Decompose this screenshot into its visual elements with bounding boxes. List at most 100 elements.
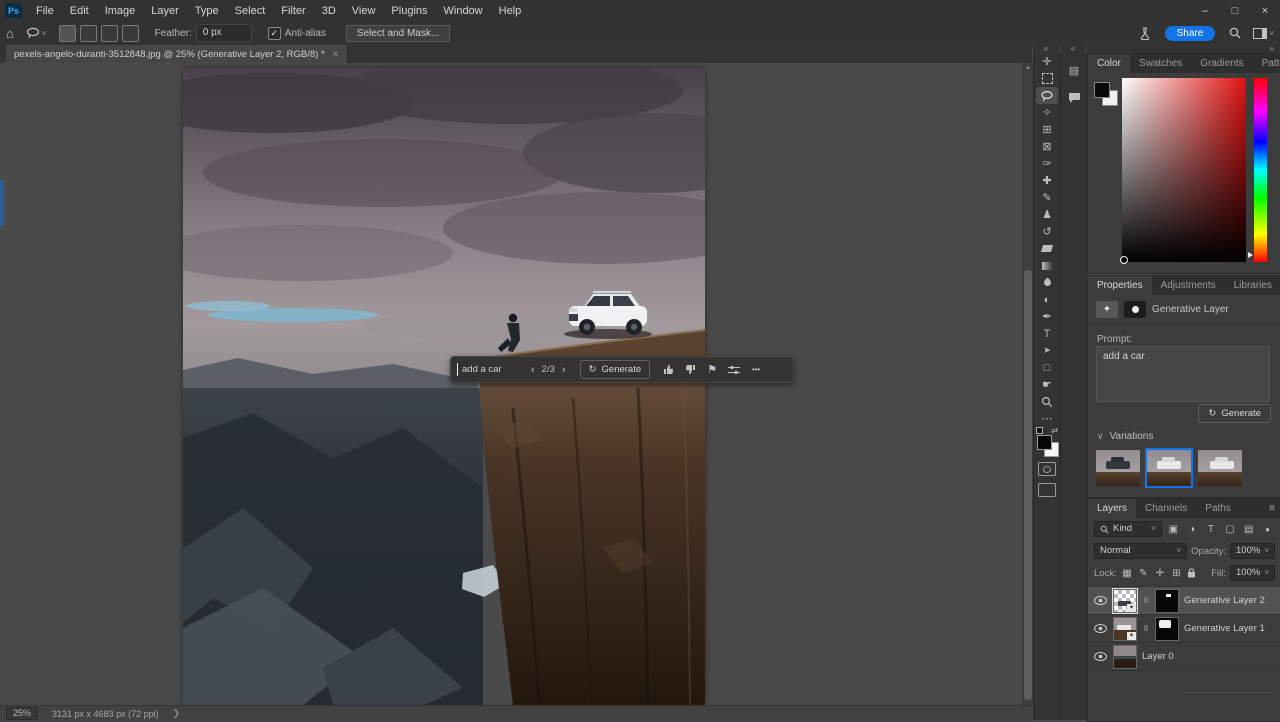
canvas-area[interactable] bbox=[0, 63, 1022, 705]
marquee-tool-icon[interactable] bbox=[1036, 70, 1058, 87]
menu-filter[interactable]: Filter bbox=[273, 0, 313, 21]
path-selection-tool-icon[interactable]: ➤ bbox=[1036, 342, 1058, 359]
document-image[interactable] bbox=[133, 63, 783, 705]
anti-alias-checkbox[interactable]: ✓ bbox=[267, 26, 281, 40]
intersect-selection-mode-icon[interactable] bbox=[121, 24, 139, 42]
generate-button[interactable]: ↻ Generate bbox=[579, 360, 651, 379]
shape-tool-icon[interactable]: □ bbox=[1036, 359, 1058, 376]
scrollbar-thumb[interactable] bbox=[1024, 270, 1032, 700]
foreground-color-chip[interactable] bbox=[1094, 82, 1110, 98]
kind-filter-dropdown[interactable]: Kind ˅ bbox=[1094, 521, 1162, 537]
scroll-up-icon[interactable]: ▲ bbox=[1023, 63, 1033, 73]
new-selection-mode-icon[interactable] bbox=[58, 24, 76, 42]
menu-file[interactable]: File bbox=[28, 0, 62, 21]
lock-artboard-icon[interactable]: ⊞ bbox=[1170, 568, 1183, 579]
menu-3d[interactable]: 3D bbox=[314, 0, 344, 21]
next-variation-icon[interactable]: › bbox=[555, 364, 573, 376]
hand-tool-icon[interactable]: ☛ bbox=[1036, 376, 1058, 393]
tab-patterns[interactable]: Patterns bbox=[1253, 54, 1280, 73]
layer-row-generative-1[interactable]: ✦ 8 Generative Layer 1 bbox=[1088, 615, 1280, 643]
history-brush-tool-icon[interactable]: ↺ bbox=[1036, 223, 1058, 240]
zoom-tool-icon[interactable] bbox=[1036, 393, 1058, 410]
beaker-icon[interactable] bbox=[1133, 26, 1157, 40]
variation-thumbnail-2[interactable] bbox=[1145, 448, 1193, 488]
document-tab[interactable]: pexels-angelo-duranti-3512848.jpg @ 25% … bbox=[6, 45, 348, 63]
filter-image-icon[interactable]: ▣ bbox=[1166, 524, 1181, 535]
menu-type[interactable]: Type bbox=[187, 0, 227, 21]
menu-window[interactable]: Window bbox=[436, 0, 491, 21]
comments-panel-icon[interactable] bbox=[1061, 87, 1087, 109]
variation-thumbnail-1[interactable] bbox=[1094, 448, 1142, 488]
dodge-tool-icon[interactable]: ◐ bbox=[1036, 291, 1058, 308]
prompt-input[interactable]: add a car bbox=[462, 364, 524, 375]
fill-field[interactable]: 100% ˅ bbox=[1230, 565, 1275, 581]
tab-close-icon[interactable]: × bbox=[333, 49, 339, 60]
eyedropper-tool-icon[interactable]: ✑ bbox=[1036, 155, 1058, 172]
tab-swatches[interactable]: Swatches bbox=[1130, 54, 1191, 73]
saturation-brightness-field[interactable] bbox=[1120, 78, 1246, 264]
layer-name[interactable]: Layer 0 bbox=[1142, 651, 1174, 662]
type-tool-icon[interactable]: T bbox=[1036, 325, 1058, 342]
menu-plugins[interactable]: Plugins bbox=[383, 0, 435, 21]
workspace-chevron[interactable]: ˅ bbox=[1269, 29, 1274, 38]
layer-name[interactable]: Generative Layer 2 bbox=[1184, 595, 1265, 606]
quick-mask-button[interactable] bbox=[1038, 462, 1056, 476]
brush-tool-icon[interactable]: ✎ bbox=[1036, 189, 1058, 206]
dock-collapse-button[interactable]: « bbox=[1060, 45, 1086, 53]
history-panel-icon[interactable]: ▤ bbox=[1061, 59, 1087, 81]
lasso-tool-icon[interactable] bbox=[20, 27, 42, 39]
generate-button[interactable]: ↻ Generate bbox=[1198, 404, 1271, 423]
opacity-field[interactable]: 100% ˅ bbox=[1230, 543, 1275, 559]
previous-variation-icon[interactable]: ‹ bbox=[524, 364, 542, 376]
filter-shape-icon[interactable]: ▢ bbox=[1222, 524, 1237, 535]
status-chevron-icon[interactable]: ❯ bbox=[173, 708, 181, 719]
close-button[interactable]: × bbox=[1250, 1, 1280, 21]
blend-mode-dropdown[interactable]: Normal ˅ bbox=[1094, 543, 1188, 559]
workspace-switcher-icon[interactable] bbox=[1247, 27, 1269, 39]
layer-row-background[interactable]: Layer 0 bbox=[1088, 643, 1280, 671]
share-button[interactable]: Share bbox=[1164, 25, 1216, 41]
search-icon[interactable] bbox=[1223, 27, 1247, 39]
edit-toolbar-icon[interactable]: ⋯ bbox=[1036, 410, 1058, 427]
visibility-eye-icon[interactable] bbox=[1092, 624, 1108, 633]
canvas-vertical-scrollbar[interactable]: ▲ bbox=[1022, 63, 1033, 705]
tab-layers[interactable]: Layers bbox=[1088, 499, 1137, 518]
filter-toggle-icon[interactable]: ● bbox=[1260, 525, 1275, 534]
foreground-color-swatch[interactable] bbox=[1037, 435, 1052, 450]
crop-tool-icon[interactable]: ⊞ bbox=[1036, 121, 1058, 138]
panels-collapse-button[interactable]: » bbox=[1087, 45, 1280, 53]
eraser-tool-icon[interactable] bbox=[1036, 240, 1058, 257]
tab-properties[interactable]: Properties bbox=[1088, 276, 1152, 295]
menu-image[interactable]: Image bbox=[97, 0, 144, 21]
blur-tool-icon[interactable] bbox=[1036, 274, 1058, 291]
filter-adjustment-icon[interactable]: ◑ bbox=[1185, 524, 1200, 535]
subtract-selection-mode-icon[interactable] bbox=[100, 24, 118, 42]
tab-paths[interactable]: Paths bbox=[1196, 499, 1240, 518]
prompt-textarea[interactable]: add a car bbox=[1096, 346, 1270, 402]
layer-row-generative-2[interactable]: ✦ 8 Generative Layer 2 bbox=[1088, 587, 1280, 615]
layer-mask-thumbnail[interactable] bbox=[1155, 588, 1179, 613]
thumbs-down-icon[interactable] bbox=[679, 364, 701, 375]
move-tool-icon[interactable]: ✛ bbox=[1036, 53, 1058, 70]
lock-paint-icon[interactable]: ✎ bbox=[1137, 568, 1150, 579]
frame-tool-icon[interactable]: ⊠ bbox=[1036, 138, 1058, 155]
hue-slider[interactable] bbox=[1248, 78, 1267, 262]
filter-type-icon[interactable]: T bbox=[1204, 524, 1219, 535]
layer-mask-thumbnail[interactable] bbox=[1155, 616, 1179, 641]
lasso-tool-icon[interactable] bbox=[1036, 87, 1058, 104]
feather-input[interactable]: 0 px bbox=[195, 24, 252, 42]
more-options-icon[interactable]: ••• bbox=[745, 365, 767, 374]
swap-colors-icon[interactable]: ⇄ bbox=[1051, 426, 1058, 435]
hue-marker[interactable] bbox=[1248, 252, 1253, 258]
menu-edit[interactable]: Edit bbox=[62, 0, 97, 21]
tool-dropdown-chevron[interactable]: ˅ bbox=[42, 29, 47, 38]
screen-mode-button[interactable] bbox=[1038, 483, 1056, 497]
tab-libraries[interactable]: Libraries bbox=[1225, 276, 1280, 295]
quick-selection-tool-icon[interactable]: ✧ bbox=[1036, 104, 1058, 121]
layer-thumbnail[interactable] bbox=[1113, 644, 1137, 669]
menu-select[interactable]: Select bbox=[227, 0, 274, 21]
minimize-button[interactable]: – bbox=[1190, 1, 1220, 21]
maximize-button[interactable]: □ bbox=[1220, 1, 1250, 21]
panel-menu-icon[interactable]: ≡ bbox=[1263, 499, 1280, 518]
lock-all-icon[interactable] bbox=[1187, 568, 1200, 578]
